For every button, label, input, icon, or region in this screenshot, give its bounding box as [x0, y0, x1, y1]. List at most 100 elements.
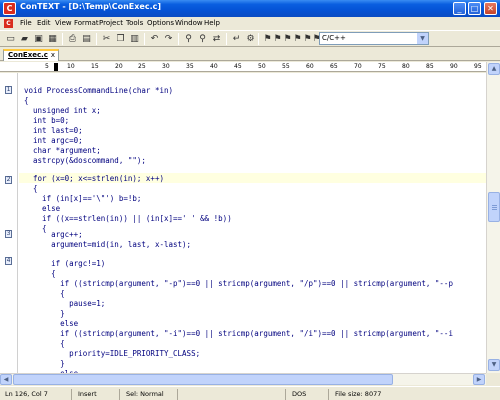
word-wrap-icon[interactable]: ↵: [230, 33, 243, 45]
close-button[interactable]: ✕: [484, 2, 497, 15]
status-extra: [181, 389, 286, 400]
bookmark-marker-1[interactable]: 1: [5, 86, 12, 94]
ruler-tick: 35: [186, 63, 194, 70]
menu-project[interactable]: Project: [99, 19, 123, 27]
save-all-icon[interactable]: ▦: [46, 33, 59, 45]
find-icon[interactable]: ⚲: [182, 33, 195, 45]
ruler-tick: 25: [138, 63, 146, 70]
menu-tools[interactable]: Tools: [126, 19, 143, 27]
paste-icon[interactable]: ▥: [128, 33, 141, 45]
maximize-button[interactable]: □: [468, 2, 481, 15]
menu-view[interactable]: View: [55, 19, 72, 27]
chevron-down-icon[interactable]: ▼: [417, 33, 428, 44]
menu-options[interactable]: Options: [147, 19, 174, 27]
selection-mode[interactable]: Sel: Normal: [123, 389, 178, 400]
save-icon[interactable]: ▣: [32, 33, 45, 45]
open-folder-icon[interactable]: ▰: [18, 33, 31, 45]
ruler-tick: 20: [115, 63, 123, 70]
line-ending[interactable]: DOS: [289, 389, 329, 400]
file-size: File size: 8077: [335, 390, 382, 398]
code-line: unsigned int x;: [24, 106, 101, 115]
grip-line: [492, 205, 497, 206]
ruler-tick: 40: [210, 63, 218, 70]
macro-icon[interactable]: ⚙: [244, 33, 257, 45]
code-line: argument=mid(in, last, x-last);: [24, 240, 192, 249]
menu-format[interactable]: Format: [74, 19, 99, 27]
ruler-tick: 65: [330, 63, 338, 70]
copy-icon[interactable]: ❐: [114, 33, 127, 45]
print-icon[interactable]: ⎙: [66, 33, 79, 45]
new-file-icon[interactable]: ▭: [4, 33, 17, 45]
vertical-scroll-thumb[interactable]: [488, 192, 500, 222]
scroll-down-icon[interactable]: ▼: [488, 359, 500, 371]
toolbar-separator: [226, 33, 227, 45]
code-line: {: [24, 289, 65, 298]
replace-icon[interactable]: ⇄: [210, 33, 223, 45]
title-bar[interactable]: C ConTEXT - [D:\Temp\ConExec.c] _ □ ✕: [0, 0, 500, 17]
grip-line: [492, 207, 497, 208]
tab-label: ConExec.c: [8, 51, 48, 59]
code-line-current: for (x=0; x<=strlen(in); x++): [24, 174, 164, 183]
language-select[interactable]: C/C++ ▼: [319, 32, 429, 45]
code-line: argc++;: [24, 230, 83, 239]
toolbar: ▭ ▰ ▣ ▦ ⎙ ▤ ✂ ❐ ▥ ↶ ↷ ⚲ ⚲ ⇄ ↵ ⚙ ⚑ ⚑ ⚑ ⚑ …: [0, 30, 500, 47]
code-line: {: [24, 96, 29, 105]
ruler-tick: 50: [258, 63, 266, 70]
undo-icon[interactable]: ↶: [148, 33, 161, 45]
code-line: astrcpy(&doscommand, "");: [24, 156, 146, 165]
code-line: char *argument;: [24, 146, 101, 155]
code-line: else: [24, 204, 61, 213]
code-line: void ProcessCommandLine(char *in): [24, 86, 174, 95]
insert-mode[interactable]: Insert: [75, 389, 120, 400]
toolbar-separator: [258, 33, 259, 45]
bookmark-marker-4[interactable]: 4: [5, 257, 12, 265]
app-icon[interactable]: C: [3, 2, 16, 15]
code-line: pause=1;: [24, 299, 106, 308]
find-next-icon[interactable]: ⚲: [196, 33, 209, 45]
code-line: {: [24, 339, 65, 348]
ruler-tick: 75: [378, 63, 386, 70]
code-line: if ((stricmp(argument, "-i")==0 || stric…: [24, 329, 453, 338]
code-line: }: [24, 309, 65, 318]
bookmark-marker-2[interactable]: 2: [5, 176, 12, 184]
menu-help[interactable]: Help: [204, 19, 220, 27]
menu-file[interactable]: File: [20, 19, 32, 27]
redo-icon[interactable]: ↷: [162, 33, 175, 45]
tab-close-icon[interactable]: x: [51, 51, 55, 59]
ruler-tick: 70: [354, 63, 362, 70]
code-line: if (in[x]=='\"') b=!b;: [24, 194, 142, 203]
vertical-scrollbar[interactable]: ▲ ▼: [486, 62, 500, 373]
code-line: if ((x==strlen(in)) || (in[x]==' ' && !b…: [24, 214, 232, 223]
scroll-up-icon[interactable]: ▲: [488, 63, 500, 75]
code-line: if (argc!=1): [24, 259, 106, 268]
print-preview-icon[interactable]: ▤: [80, 33, 93, 45]
cut-icon[interactable]: ✂: [100, 33, 113, 45]
code-line: }: [24, 359, 65, 368]
bookmark-marker-3[interactable]: 3: [5, 230, 12, 238]
document-system-icon[interactable]: C: [4, 19, 13, 28]
menu-window[interactable]: Window: [175, 19, 203, 27]
tab-conexec[interactable]: ConExec.c x: [3, 49, 59, 61]
scroll-right-icon[interactable]: ▶: [473, 374, 485, 385]
status-bar: Ln 126, Col 7 Insert Sel: Normal DOS Fil…: [0, 386, 500, 400]
tab-strip: ConExec.c x: [0, 48, 500, 61]
code-line: int argc=0;: [24, 136, 83, 145]
ruler-tick: 95: [474, 63, 482, 70]
editor-gutter[interactable]: 1 2 3 4: [0, 73, 18, 373]
ruler-tick: 10: [67, 63, 75, 70]
code-line: priority=IDLE_PRIORITY_CLASS;: [24, 349, 201, 358]
code-editor[interactable]: 1 2 3 4 void ProcessCommandLine(char *in…: [0, 73, 486, 373]
horizontal-scroll-thumb[interactable]: [13, 374, 393, 385]
ruler-tick: 90: [450, 63, 458, 70]
scroll-left-icon[interactable]: ◀: [0, 374, 12, 385]
code-line: {: [24, 269, 56, 278]
ruler-tick: 55: [282, 63, 290, 70]
toolbar-separator: [62, 33, 63, 45]
ruler-tick: 80: [402, 63, 410, 70]
menu-edit[interactable]: Edit: [37, 19, 51, 27]
horizontal-scrollbar[interactable]: ◀ ▶: [0, 373, 486, 385]
menu-bar: C File Edit View Format Project Tools Op…: [0, 17, 500, 30]
minimize-button[interactable]: _: [453, 2, 466, 15]
ruler-tick: 30: [162, 63, 170, 70]
code-line: int b=0;: [24, 116, 70, 125]
